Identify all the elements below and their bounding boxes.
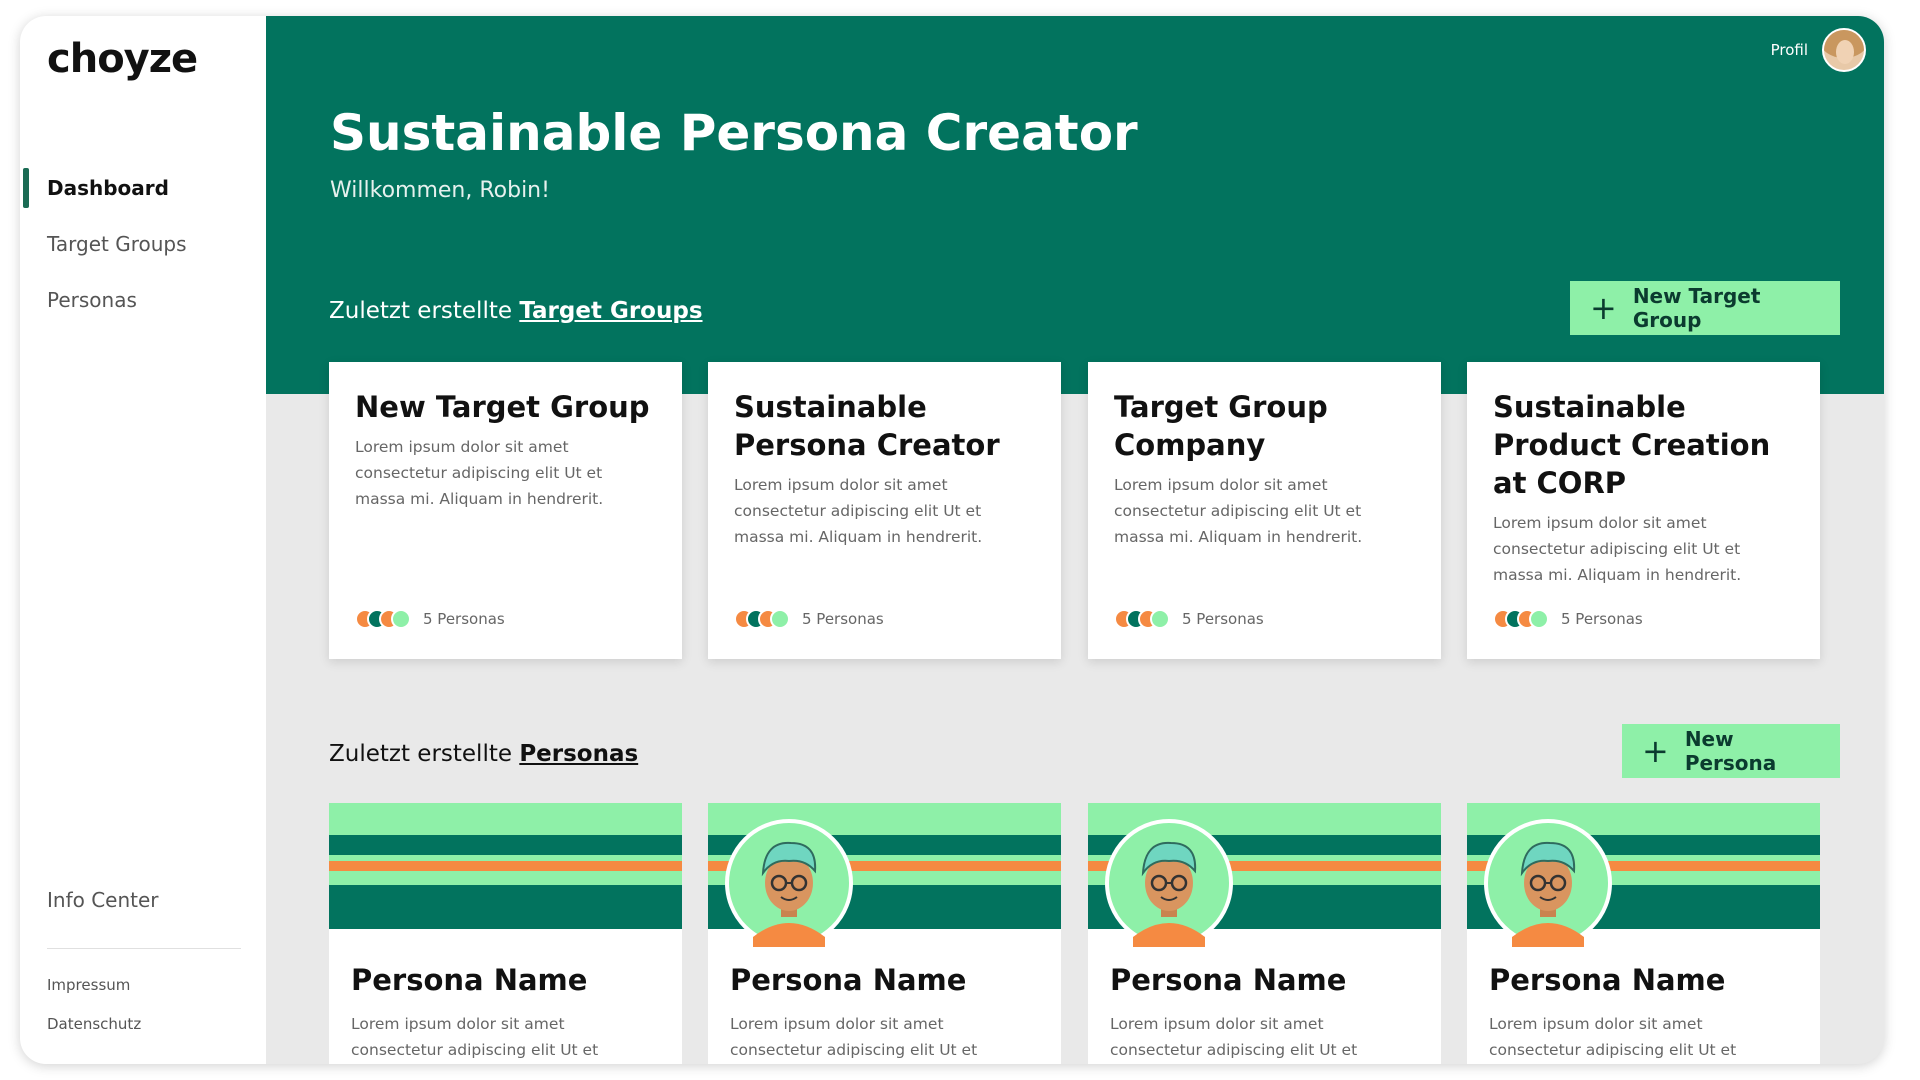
persona-avatars-stack [355, 609, 411, 629]
target-groups-heading: Zuletzt erstellte Target Groups [329, 298, 703, 324]
persona-description: Lorem ipsum dolor sit amet consectetur a… [351, 1015, 599, 1059]
new-target-group-label: New Target Group [1632, 284, 1761, 332]
persona-banner [329, 803, 682, 929]
plus-icon: + [1590, 289, 1617, 327]
target-group-description: Lorem ipsum dolor sit amet consectetur a… [355, 438, 604, 508]
persona-count-label: 5 Personas [423, 610, 505, 628]
target-groups-heading-prefix: Zuletzt erstellte [329, 298, 520, 324]
page-title: Sustainable Persona Creator [330, 104, 1138, 162]
info-center-link[interactable]: Info Center [47, 888, 159, 912]
persona-card[interactable]: Persona Name Lorem ipsum dolor sit amet … [1467, 803, 1820, 1064]
persona-description: Lorem ipsum dolor sit amet consectetur a… [730, 1015, 978, 1059]
persona-count-label: 5 Personas [1561, 610, 1643, 628]
target-group-persona-count: 5 Personas [1493, 609, 1643, 629]
target-group-persona-count: 5 Personas [734, 609, 884, 629]
persona-description: Lorem ipsum dolor sit amet consectetur a… [1110, 1015, 1358, 1059]
persona-avatars-stack [1114, 609, 1170, 629]
hero-header [266, 16, 1884, 394]
target-group-card[interactable]: Target Group Company Lorem ipsum dolor s… [1088, 362, 1441, 659]
sidebar-item-dashboard[interactable]: Dashboard [20, 168, 266, 224]
new-persona-label: New Persona [1684, 727, 1777, 775]
target-group-card[interactable]: Sustainable Persona Creator Lorem ipsum … [708, 362, 1061, 659]
welcome-text: Willkommen, Robin! [330, 178, 550, 203]
personas-link[interactable]: Personas [519, 741, 638, 767]
persona-name: Persona Name [1110, 963, 1347, 997]
plus-icon: + [1642, 732, 1669, 770]
sidebar-item-personas[interactable]: Personas [20, 280, 266, 336]
persona-card[interactable]: Persona Name Lorem ipsum dolor sit amet … [1088, 803, 1441, 1064]
profile-menu[interactable]: Profil [1771, 28, 1866, 72]
personas-heading: Zuletzt erstellte Personas [329, 741, 638, 767]
target-group-persona-count: 5 Personas [1114, 609, 1264, 629]
personas-heading-prefix: Zuletzt erstellte [329, 741, 520, 767]
profile-label: Profil [1770, 41, 1808, 59]
target-group-description: Lorem ipsum dolor sit amet consectetur a… [1493, 514, 1742, 584]
persona-count-label: 5 Personas [802, 610, 884, 628]
persona-description: Lorem ipsum dolor sit amet consectetur a… [1489, 1015, 1737, 1059]
target-group-description: Lorem ipsum dolor sit amet consectetur a… [734, 476, 983, 546]
new-persona-button[interactable]: + New Persona [1622, 724, 1840, 778]
persona-avatar-icon [1105, 819, 1233, 947]
app-window: choyze Dashboard Target Groups Personas … [20, 16, 1884, 1064]
target-group-title: Target Group Company [1114, 390, 1328, 462]
target-group-title: Sustainable Persona Creator [734, 390, 1000, 462]
target-group-card[interactable]: New Target Group Lorem ipsum dolor sit a… [329, 362, 682, 659]
persona-avatars-stack [734, 609, 790, 629]
sidebar-nav: Dashboard Target Groups Personas [20, 168, 266, 336]
persona-name: Persona Name [730, 963, 967, 997]
persona-name: Persona Name [1489, 963, 1726, 997]
logo[interactable]: choyze [47, 36, 198, 82]
persona-avatar-icon [1484, 819, 1612, 947]
target-group-title: Sustainable Product Creation at CORP [1493, 390, 1771, 500]
profile-avatar[interactable] [1822, 28, 1866, 72]
target-group-title: New Target Group [355, 390, 650, 424]
target-group-description: Lorem ipsum dolor sit amet consectetur a… [1114, 476, 1363, 546]
main-content: Profil Sustainable Persona Creator Willk… [266, 16, 1884, 1064]
persona-name: Persona Name [351, 963, 588, 997]
target-groups-link[interactable]: Target Groups [519, 298, 702, 324]
target-group-card[interactable]: Sustainable Product Creation at CORP Lor… [1467, 362, 1820, 659]
sidebar-divider [47, 948, 241, 949]
new-target-group-button[interactable]: + New Target Group [1570, 281, 1840, 335]
target-group-persona-count: 5 Personas [355, 609, 505, 629]
persona-avatar-icon [725, 819, 853, 947]
datenschutz-link[interactable]: Datenschutz [47, 1015, 141, 1033]
persona-avatars-stack [1493, 609, 1549, 629]
persona-card[interactable]: Persona Name Lorem ipsum dolor sit amet … [329, 803, 682, 1064]
persona-count-label: 5 Personas [1182, 610, 1264, 628]
sidebar-item-target-groups[interactable]: Target Groups [20, 224, 266, 280]
impressum-link[interactable]: Impressum [47, 976, 130, 994]
sidebar: choyze Dashboard Target Groups Personas … [20, 16, 266, 1064]
persona-card[interactable]: Persona Name Lorem ipsum dolor sit amet … [708, 803, 1061, 1064]
